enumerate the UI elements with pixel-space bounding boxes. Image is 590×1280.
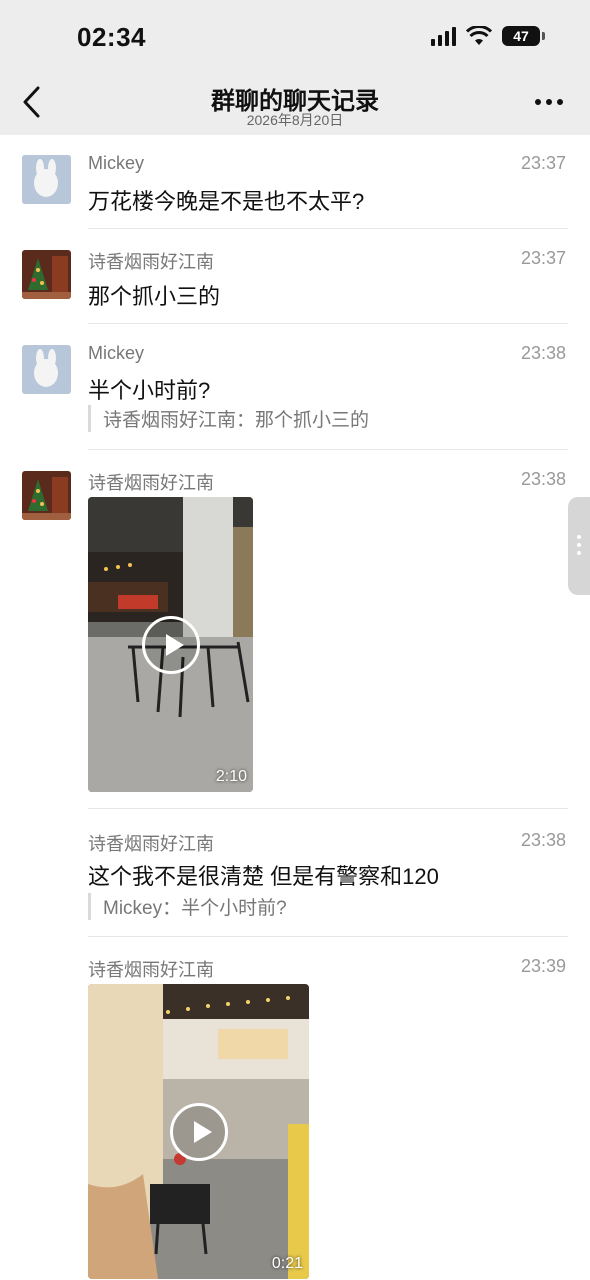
divider — [88, 323, 568, 324]
quoted-reply[interactable]: Mickey：半个小时前? — [88, 893, 287, 920]
message-item: Mickey 23:37 万花楼今晚是不是也不太平? — [0, 150, 590, 230]
message-text[interactable]: 这个我不是很清楚 但是有警察和120 — [88, 859, 439, 891]
message-time: 23:38 — [520, 343, 566, 363]
avatar-mickey[interactable] — [22, 155, 71, 204]
more-dots-icon[interactable] — [534, 92, 564, 112]
cellular-signal-icon — [431, 26, 456, 46]
status-icons: 47 — [431, 26, 545, 46]
message-item: Mickey 23:38 半个小时前? 诗香烟雨好江南：那个抓小三的 — [0, 340, 590, 452]
divider — [88, 808, 568, 809]
video-duration: 2:10 — [215, 768, 247, 785]
play-icon[interactable] — [169, 1102, 228, 1161]
message-item: 诗香烟雨好江南 23:38 2:10 — [0, 466, 590, 811]
message-time: 23:37 — [520, 248, 566, 268]
sender-name: 诗香烟雨好江南 — [88, 473, 214, 493]
message-time: 23:39 — [520, 956, 566, 976]
message-time: 23:38 — [520, 830, 566, 850]
message-time: 23:38 — [520, 469, 566, 489]
divider — [88, 228, 568, 229]
sender-name: 诗香烟雨好江南 — [88, 960, 214, 980]
sender-name: Mickey — [88, 343, 145, 363]
message-time: 23:37 — [520, 153, 566, 173]
message-text[interactable]: 那个抓小三的 — [88, 279, 220, 311]
quoted-reply[interactable]: 诗香烟雨好江南：那个抓小三的 — [88, 405, 369, 432]
divider — [88, 449, 568, 450]
message-item: 诗香烟雨好江南 23:38 这个我不是很清楚 但是有警察和120 Mickey：… — [0, 827, 590, 939]
sender-name: 诗香烟雨好江南 — [88, 834, 214, 854]
message-item: 诗香烟雨好江南 23:39 0:21 — [0, 953, 590, 1280]
vertical-dots-icon — [577, 535, 581, 559]
message-text[interactable]: 万花楼今晚是不是也不太平? — [88, 184, 364, 216]
message-text[interactable]: 半个小时前? — [88, 373, 210, 405]
video-duration: 0:21 — [271, 1255, 303, 1272]
avatar-shixiang[interactable] — [22, 250, 71, 299]
top-bar: 02:34 47 群聊的聊天记录 2026年8月20日 — [0, 0, 590, 135]
status-time: 02:34 — [77, 22, 146, 52]
battery-icon: 47 — [502, 26, 545, 46]
avatar-mickey[interactable] — [22, 345, 71, 394]
video-message[interactable]: 2:10 — [88, 497, 253, 792]
divider — [88, 936, 568, 937]
page-date: 2026年8月20日 — [246, 112, 344, 128]
sender-name: 诗香烟雨好江南 — [88, 252, 214, 272]
sender-name: Mickey — [88, 153, 145, 173]
wifi-icon — [466, 26, 492, 45]
play-icon[interactable] — [141, 615, 200, 674]
message-item: 诗香烟雨好江南 23:37 那个抓小三的 — [0, 245, 590, 325]
battery-level: 47 — [513, 28, 529, 44]
side-float-handle[interactable] — [568, 497, 590, 595]
video-message[interactable]: 0:21 — [88, 984, 309, 1279]
avatar-shixiang[interactable] — [22, 471, 71, 520]
